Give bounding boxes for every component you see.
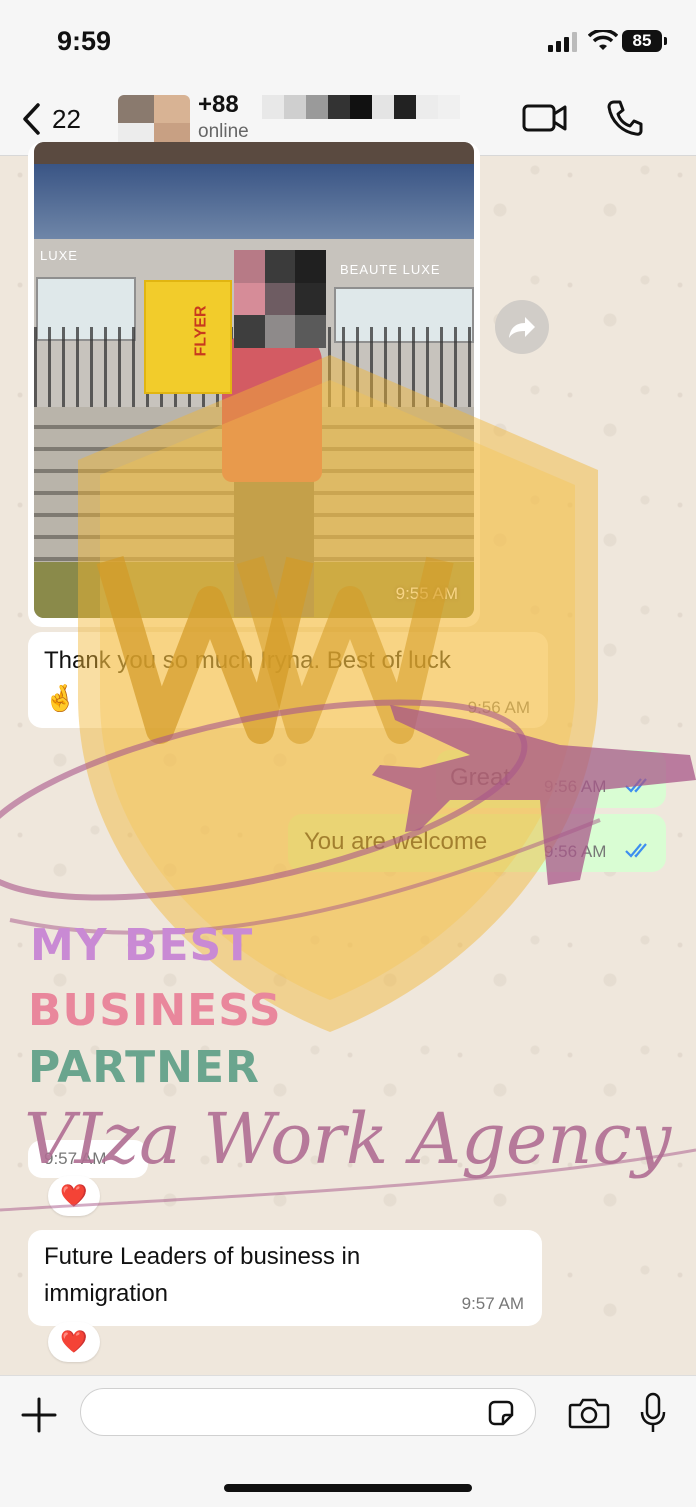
contact-status: online — [198, 121, 249, 142]
read-receipt-icon — [625, 843, 647, 858]
message-input[interactable] — [80, 1388, 536, 1436]
message-photo[interactable]: LUXE BEAUTE LUXE FLYER 9:55 AM — [34, 142, 474, 618]
plus-icon[interactable] — [20, 1396, 58, 1434]
message-time: 9:57 AM — [44, 1149, 107, 1168]
microphone-icon[interactable] — [638, 1392, 668, 1434]
heart-reaction[interactable]: ❤️ — [48, 1176, 100, 1216]
chevron-left-icon — [23, 103, 40, 135]
message-time: 9:56 AM — [544, 777, 607, 796]
battery-indicator: 85 — [622, 30, 667, 52]
message-time: 9:56 AM — [467, 698, 530, 717]
message-time: 9:57 AM — [461, 1294, 524, 1313]
phone-icon[interactable] — [606, 99, 644, 137]
message-text-line1: Future Leaders of business in — [44, 1243, 361, 1270]
outgoing-message[interactable]: Great 9:56 AM — [436, 750, 666, 808]
read-receipt-icon — [625, 778, 647, 793]
sticker-icon[interactable] — [486, 1398, 516, 1428]
incoming-message[interactable]: Thank you so much Iryna. Best of luck 🤞 … — [28, 632, 548, 728]
message-input-bar — [0, 1375, 696, 1507]
contact-name[interactable]: +88 — [198, 91, 239, 119]
heart-icon: ❤️ — [60, 1183, 88, 1208]
camera-icon[interactable] — [568, 1396, 610, 1430]
message-text: Great — [450, 764, 511, 791]
name-redaction — [262, 95, 472, 119]
home-indicator[interactable] — [224, 1484, 472, 1492]
dhl-flyer: FLYER — [144, 280, 232, 394]
photo-sign-left: LUXE — [40, 248, 78, 263]
wifi-icon — [588, 30, 618, 50]
outgoing-message[interactable]: You are welcome 9:56 AM — [288, 814, 666, 872]
incoming-message[interactable]: 9:57 AM — [28, 1140, 148, 1178]
incoming-message[interactable]: Future Leaders of business in immigratio… — [28, 1230, 542, 1326]
forward-arrow-icon — [509, 317, 535, 338]
message-text-line2: immigration — [44, 1280, 169, 1307]
message-emoji: 🤞 — [44, 683, 77, 713]
heart-reaction[interactable]: ❤️ — [48, 1322, 100, 1362]
video-camera-icon[interactable] — [522, 101, 568, 135]
forward-button[interactable] — [495, 300, 549, 354]
image-message[interactable]: LUXE BEAUTE LUXE FLYER 9:55 AM — [28, 142, 480, 627]
photo-sign-right: BEAUTE LUXE — [340, 262, 441, 277]
message-time: 9:56 AM — [544, 842, 607, 861]
status-time: 9:59 — [57, 26, 112, 56]
message-text: Thank you so much Iryna. Best of luck — [44, 647, 451, 674]
unread-count: 22 — [52, 103, 81, 134]
back-button[interactable]: 22 — [20, 99, 81, 139]
message-time: 9:55 AM — [395, 584, 458, 603]
status-bar: 9:59 85 — [0, 0, 696, 85]
cellular-signal-icon — [548, 32, 577, 52]
message-text: You are welcome — [304, 828, 488, 855]
heart-icon: ❤️ — [60, 1329, 88, 1354]
